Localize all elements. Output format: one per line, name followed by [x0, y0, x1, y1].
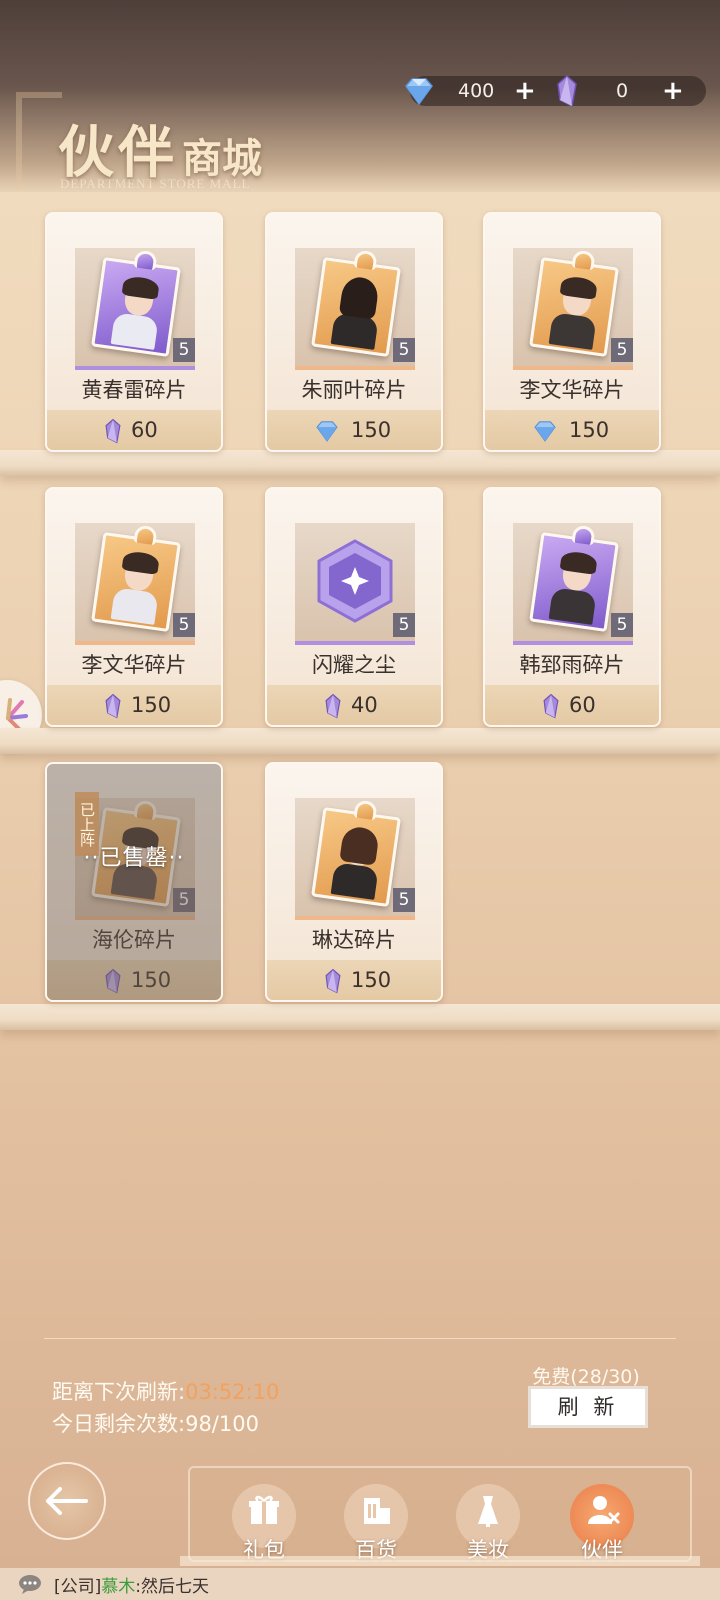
- crystal-icon: [105, 418, 121, 444]
- back-arrow-icon: [46, 1487, 88, 1515]
- shelf-1: [0, 450, 720, 476]
- crystal-amount: 0: [616, 80, 629, 102]
- stardust-icon: [317, 539, 393, 623]
- currency-bar: 400 + 0 +: [405, 74, 706, 108]
- rarity-bar: [295, 366, 415, 370]
- item-name: 琳达碎片: [312, 928, 396, 952]
- item-price: 150: [131, 693, 172, 717]
- nav-item-gift[interactable]: 礼包: [214, 1476, 314, 1564]
- price-button[interactable]: 60: [47, 410, 221, 450]
- nav-item-beauty[interactable]: 美妆: [438, 1476, 538, 1564]
- shop-item-card[interactable]: 5 朱丽叶碎片 150: [265, 212, 443, 452]
- item-quantity: 5: [393, 888, 415, 912]
- diamond-icon: [316, 421, 338, 442]
- item-quantity: 5: [393, 338, 415, 362]
- price-button[interactable]: 150: [267, 410, 441, 450]
- chat-channel: [公司]: [54, 1577, 102, 1597]
- item-name: 朱丽叶碎片: [301, 378, 407, 402]
- free-refresh-count: 免费(28/30): [532, 1366, 640, 1388]
- price-button[interactable]: 150: [267, 960, 441, 1000]
- item-price: 150: [351, 418, 392, 442]
- refresh-timer-row: 距离下次刷新:03:52:10: [52, 1376, 279, 1406]
- refresh-timer-label: 距离下次刷新:: [52, 1380, 186, 1404]
- item-price: 60: [131, 418, 158, 442]
- remaining-count-label: 今日剩余次数:: [52, 1412, 186, 1436]
- rarity-bar: [75, 366, 195, 370]
- puzzle-piece-icon: [91, 249, 181, 357]
- rarity-bar: [75, 641, 195, 645]
- shop-item-card[interactable]: 5 黄春雷碎片 60: [45, 212, 223, 452]
- remaining-count: 98/100: [185, 1412, 259, 1436]
- remaining-count-row: 今日剩余次数:98/100: [52, 1408, 259, 1438]
- price-button[interactable]: 150: [47, 685, 221, 725]
- shop-item-card[interactable]: 5 李文华碎片 150: [45, 487, 223, 727]
- shelf-3: [0, 1004, 720, 1030]
- diamond-icon: [405, 78, 433, 106]
- crystal-icon: [325, 968, 341, 994]
- title-english: DEPARTMENT STORE MALL: [60, 176, 251, 191]
- item-quantity: 5: [173, 613, 195, 637]
- chat-text: 然后七天: [141, 1577, 209, 1597]
- item-name: 李文华碎片: [81, 653, 187, 677]
- rarity-bar: [295, 916, 415, 920]
- partner-icon: [588, 1496, 620, 1524]
- gift-icon: [249, 1495, 279, 1524]
- chat-bar[interactable]: [公司]慕木:然后七天: [0, 1568, 720, 1600]
- add-crystal-button[interactable]: +: [662, 76, 684, 106]
- chat-message: [公司]慕木:然后七天: [54, 1572, 209, 1597]
- item-price: 60: [569, 693, 596, 717]
- diamond-amount: 400: [458, 80, 495, 102]
- item-price: 40: [351, 693, 378, 717]
- rarity-bar: [295, 641, 415, 645]
- puzzle-piece-icon: [529, 249, 619, 357]
- item-price: 150: [351, 968, 392, 992]
- rarity-bar: [513, 366, 633, 370]
- item-name: 黄春雷碎片: [81, 378, 187, 402]
- sold-out-label: ··已售罄··: [83, 846, 185, 871]
- crystal-icon: [557, 74, 577, 108]
- shop-item-card[interactable]: 5 闪耀之尘 40: [265, 487, 443, 727]
- item-name: 韩郅雨碎片: [519, 653, 625, 677]
- puzzle-piece-icon: [311, 799, 401, 907]
- shop-item-card[interactable]: 5 韩郅雨碎片 60: [483, 487, 661, 727]
- chat-bubble-icon: [19, 1575, 41, 1594]
- sold-overlay: [47, 764, 221, 1000]
- item-name: 闪耀之尘: [312, 653, 396, 677]
- bottom-nav: 礼包 百货 美妆 伙伴: [188, 1466, 692, 1562]
- refresh-button[interactable]: 刷 新: [528, 1386, 648, 1428]
- shop-item-card[interactable]: 5 琳达碎片 150: [265, 762, 443, 1002]
- item-quantity: 5: [173, 338, 195, 362]
- rarity-bar: [513, 641, 633, 645]
- shop-header: 伙伴 商城 DEPARTMENT STORE MALL 400 + 0 +: [0, 0, 720, 192]
- item-price: 150: [569, 418, 610, 442]
- store-icon: [364, 1498, 390, 1524]
- shop-item-card-sold[interactable]: 5 海伦碎片 150 已上阵 ··已售罄··: [45, 762, 223, 1002]
- refresh-timer: 03:52:10: [185, 1380, 280, 1404]
- diamond-icon: [534, 421, 556, 442]
- price-button[interactable]: 150: [485, 410, 659, 450]
- back-button[interactable]: [28, 1462, 106, 1540]
- puzzle-piece-icon: [529, 524, 619, 632]
- nav-bar-base: [180, 1556, 700, 1566]
- add-diamond-button[interactable]: +: [514, 76, 536, 106]
- nav-item-partner[interactable]: 伙伴: [552, 1476, 652, 1564]
- shelf-2: [0, 728, 720, 754]
- item-quantity: 5: [611, 338, 633, 362]
- item-quantity: 5: [611, 613, 633, 637]
- price-button[interactable]: 40: [267, 685, 441, 725]
- puzzle-piece-icon: [311, 249, 401, 357]
- crystal-icon: [105, 693, 121, 719]
- item-quantity: 5: [393, 613, 415, 637]
- item-name: 李文华碎片: [519, 378, 625, 402]
- chat-user: 慕木: [101, 1577, 136, 1597]
- shop-item-card[interactable]: 5 李文华碎片 150: [483, 212, 661, 452]
- crystal-icon: [543, 693, 559, 719]
- crystal-icon: [325, 693, 341, 719]
- nav-item-store[interactable]: 百货: [326, 1476, 426, 1564]
- building-decoration: [16, 92, 62, 190]
- price-button[interactable]: 60: [485, 685, 659, 725]
- puzzle-piece-icon: [91, 524, 181, 632]
- section-divider: [44, 1338, 676, 1339]
- dress-icon: [478, 1496, 498, 1527]
